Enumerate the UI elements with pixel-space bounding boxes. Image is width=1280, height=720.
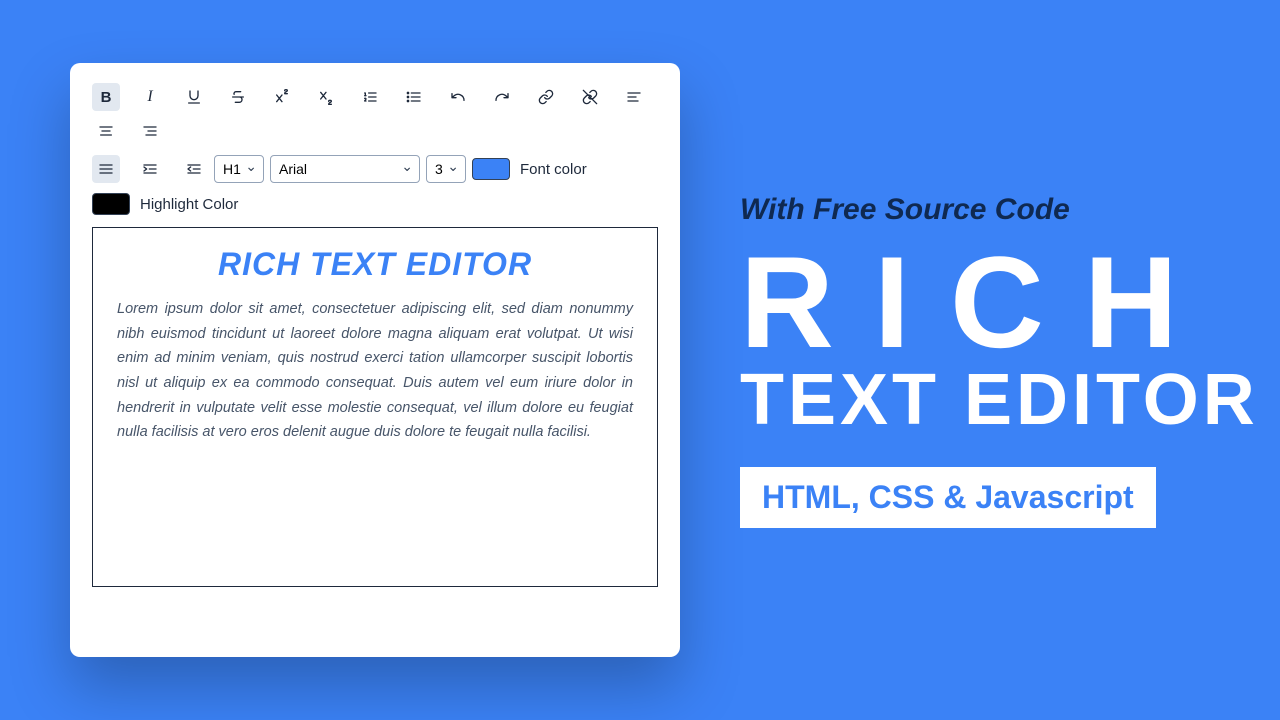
font-color-swatch[interactable] (472, 158, 510, 180)
content-body: Lorem ipsum dolor sit amet, consectetuer… (117, 297, 633, 445)
strikethrough-button[interactable] (224, 83, 252, 111)
toolbar-row-3: Highlight Color (92, 193, 658, 215)
toolbar-row-2: H1 Arial 3 Font color (92, 155, 658, 183)
heading-select[interactable]: H1 (214, 155, 264, 183)
font-color-label: Font color (520, 161, 587, 178)
promo-title-line2: TEXT EDITOR (740, 359, 1260, 441)
highlight-color-label: Highlight Color (140, 196, 238, 213)
editor-card: B I H1 Arial 3 (70, 63, 680, 657)
promo-title-line1: RICH (740, 237, 1260, 367)
size-value: 3 (435, 161, 443, 177)
promo-tagline: With Free Source Code (740, 193, 1260, 227)
content-heading: RICH TEXT EDITOR (117, 246, 633, 283)
highlight-color-swatch[interactable] (92, 193, 130, 215)
redo-button[interactable] (488, 83, 516, 111)
subscript-button[interactable] (312, 83, 340, 111)
size-select[interactable]: 3 (426, 155, 466, 183)
underline-button[interactable] (180, 83, 208, 111)
align-left-button[interactable] (620, 83, 648, 111)
editor-content-area[interactable]: RICH TEXT EDITOR Lorem ipsum dolor sit a… (92, 227, 658, 587)
bold-button[interactable]: B (92, 83, 120, 111)
toolbar-row-1: B I (92, 83, 658, 145)
outdent-button[interactable] (180, 155, 208, 183)
promo-tech-badge: HTML, CSS & Javascript (740, 467, 1156, 528)
align-right-button[interactable] (136, 117, 164, 145)
unordered-list-button[interactable] (400, 83, 428, 111)
italic-button[interactable]: I (136, 83, 164, 111)
font-select[interactable]: Arial (270, 155, 420, 183)
font-value: Arial (279, 161, 307, 177)
indent-button[interactable] (136, 155, 164, 183)
align-justify-button[interactable] (92, 155, 120, 183)
ordered-list-button[interactable] (356, 83, 384, 111)
heading-value: H1 (223, 161, 241, 177)
superscript-button[interactable] (268, 83, 296, 111)
undo-button[interactable] (444, 83, 472, 111)
align-center-button[interactable] (92, 117, 120, 145)
promo-panel: With Free Source Code RICH TEXT EDITOR H… (740, 193, 1260, 528)
unlink-button[interactable] (576, 83, 604, 111)
link-button[interactable] (532, 83, 560, 111)
